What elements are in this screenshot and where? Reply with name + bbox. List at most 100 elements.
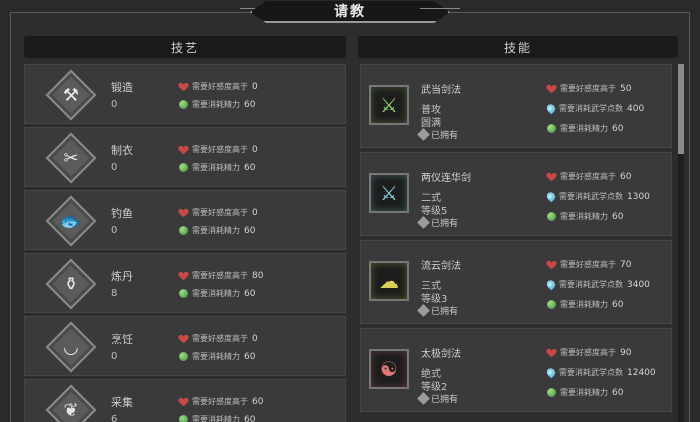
energy-value: 60 <box>612 211 624 222</box>
heart-icon <box>179 146 188 154</box>
icon-glyph: 🐟 <box>59 210 83 232</box>
craft-level: 0 <box>111 99 118 110</box>
energy-icon <box>547 300 556 309</box>
anvil-icon: ⚒ <box>45 69 97 121</box>
points-requirement: 需要消耗武学点数 400 <box>544 102 644 115</box>
affinity-requirement: 需要好感度高于 60 <box>547 171 631 182</box>
energy-label: 需要消耗精力 <box>560 388 608 397</box>
craft-row[interactable]: ⚱ 炼丹 8 需要好感度高于 80 需要消耗精力 60 <box>24 253 346 313</box>
skills-header: 技能 <box>358 36 678 58</box>
heart-icon <box>547 173 556 181</box>
sword-green-icon: ⚔ <box>369 85 409 125</box>
skill-name: 两仪连华剑 <box>421 173 471 184</box>
affinity-requirement: 需要好感度高于 70 <box>547 259 631 270</box>
affinity-requirement: 需要好感度高于 80 <box>179 270 263 281</box>
heart-icon <box>179 272 188 280</box>
craft-row[interactable]: ◡ 烹饪 0 需要好感度高于 0 需要消耗精力 60 <box>24 316 346 376</box>
energy-label: 需要消耗精力 <box>192 163 240 172</box>
affinity-value: 60 <box>252 396 264 407</box>
skill-row[interactable]: ☯ 太极剑法 绝式 等级2 已拥有 需要好感度高于 90 需要消耗武学点数 12400 需要消耗精… <box>360 328 672 412</box>
craft-row[interactable]: ❦ 采集 6 需要好感度高于 60 需要消耗精力 60 <box>24 379 346 422</box>
energy-label: 需要消耗精力 <box>192 226 240 235</box>
craft-row[interactable]: ⚒ 锻造 0 需要好感度高于 0 需要消耗精力 60 <box>24 64 346 124</box>
energy-label: 需要消耗精力 <box>560 124 608 133</box>
heart-icon <box>179 209 188 217</box>
energy-requirement: 需要消耗精力 60 <box>547 123 623 134</box>
energy-icon <box>547 212 556 221</box>
heart-icon <box>179 398 188 406</box>
bowl-icon: ◡ <box>45 321 97 373</box>
skill-row[interactable]: ⚔ 武当剑法 普攻 圆满 已拥有 需要好感度高于 50 需要消耗武学点数 400 需要消耗精力 60 <box>360 64 672 148</box>
heart-icon <box>179 335 188 343</box>
icon-glyph: ⚒ <box>62 84 80 106</box>
heart-icon <box>547 85 556 93</box>
skill-glyph: ⚔ <box>380 181 398 205</box>
affinity-requirement: 需要好感度高于 90 <box>547 347 631 358</box>
affinity-value: 0 <box>252 333 258 344</box>
martial-points-icon <box>544 102 558 115</box>
skill-row[interactable]: ☁ 流云剑法 三式 等级3 已拥有 需要好感度高于 70 需要消耗武学点数 3400 需要消耗精力… <box>360 240 672 324</box>
affinity-value: 60 <box>620 171 632 182</box>
skill-glyph: ⚔ <box>380 93 398 117</box>
affinity-label: 需要好感度高于 <box>560 84 616 93</box>
skill-row[interactable]: ⚔ 两仪连华剑 二式 等级5 已拥有 需要好感度高于 60 需要消耗武学点数 1300 需要消耗精… <box>360 152 672 236</box>
skill-grade: 等级5 <box>421 206 448 217</box>
energy-label: 需要消耗精力 <box>560 300 608 309</box>
cloud-sword-icon: ☁ <box>369 261 409 301</box>
martial-points-icon <box>544 190 558 203</box>
diamond-check-icon <box>417 392 430 405</box>
skills-scrollbar[interactable] <box>678 64 684 422</box>
owned-label: 已拥有 <box>431 131 459 141</box>
points-requirement: 需要消耗武学点数 3400 <box>544 278 650 291</box>
energy-requirement: 需要消耗精力 60 <box>179 162 255 173</box>
craft-name: 烹饪 <box>111 333 133 346</box>
points-value: 12400 <box>627 367 656 378</box>
icon-glyph: ✂ <box>63 147 79 169</box>
affinity-label: 需要好感度高于 <box>192 145 248 154</box>
owned-label: 已拥有 <box>431 219 459 229</box>
craft-level: 0 <box>111 225 118 236</box>
crafts-header: 技艺 <box>24 36 346 58</box>
skill-name: 武当剑法 <box>421 85 461 96</box>
energy-value: 60 <box>244 414 256 422</box>
sword-cyan-icon: ⚔ <box>369 173 409 213</box>
affinity-value: 0 <box>252 144 258 155</box>
energy-requirement: 需要消耗精力 60 <box>179 351 255 362</box>
craft-row[interactable]: ✂ 制衣 0 需要好感度高于 0 需要消耗精力 60 <box>24 127 346 187</box>
energy-icon <box>547 388 556 397</box>
affinity-label: 需要好感度高于 <box>560 172 616 181</box>
title-ornament-right <box>420 8 460 14</box>
affinity-label: 需要好感度高于 <box>560 348 616 357</box>
energy-icon <box>179 163 188 172</box>
craft-name: 炼丹 <box>111 270 133 283</box>
affinity-value: 80 <box>252 270 264 281</box>
scrollbar-thumb[interactable] <box>678 64 684 154</box>
energy-value: 60 <box>612 123 624 134</box>
skill-grade: 等级3 <box>421 294 448 305</box>
heart-icon <box>547 261 556 269</box>
needle-icon: ✂ <box>45 132 97 184</box>
owned-label: 已拥有 <box>431 307 459 317</box>
energy-value: 60 <box>612 387 624 398</box>
diamond-check-icon <box>417 128 430 141</box>
energy-icon <box>179 100 188 109</box>
affinity-value: 0 <box>252 207 258 218</box>
owned-badge: 已拥有 <box>417 304 459 317</box>
title-banner: 请教 <box>240 0 460 24</box>
fish-icon: 🐟 <box>45 195 97 247</box>
energy-requirement: 需要消耗精力 60 <box>179 225 255 236</box>
affinity-requirement: 需要好感度高于 0 <box>179 144 258 155</box>
affinity-value: 90 <box>620 347 632 358</box>
diamond-check-icon <box>417 304 430 317</box>
energy-requirement: 需要消耗精力 60 <box>547 299 623 310</box>
affinity-label: 需要好感度高于 <box>192 82 248 91</box>
energy-value: 60 <box>244 351 256 362</box>
martial-points-icon <box>544 366 558 379</box>
energy-value: 60 <box>244 162 256 173</box>
skills-list: ⚔ 武当剑法 普攻 圆满 已拥有 需要好感度高于 50 需要消耗武学点数 400 需要消耗精力 60… <box>360 64 672 416</box>
craft-level: 8 <box>111 288 118 299</box>
dialog-title: 请教 <box>334 4 366 20</box>
craft-row[interactable]: 🐟 钓鱼 0 需要好感度高于 0 需要消耗精力 60 <box>24 190 346 250</box>
points-label: 需要消耗武学点数 <box>559 104 623 113</box>
energy-value: 60 <box>612 299 624 310</box>
